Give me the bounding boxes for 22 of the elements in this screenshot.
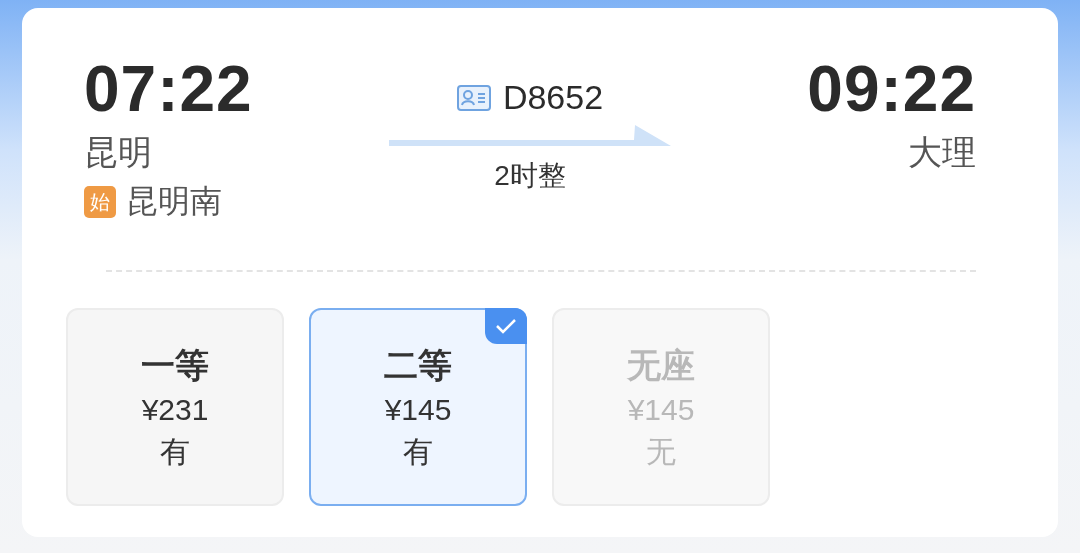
check-icon bbox=[485, 308, 527, 344]
arrival-time: 09:22 bbox=[807, 52, 976, 126]
seat-price: ¥145 bbox=[384, 392, 452, 428]
seat-class: 一等 bbox=[141, 345, 209, 386]
seat-availability: 有 bbox=[160, 434, 190, 470]
seat-availability: 无 bbox=[646, 434, 676, 470]
departure-station: 昆明南 bbox=[126, 182, 222, 221]
departure-city: 昆明 bbox=[84, 132, 152, 173]
seat-option[interactable]: 二等 ¥145 有 bbox=[309, 308, 527, 506]
train-number: D8652 bbox=[502, 78, 604, 117]
arrow-icon bbox=[389, 123, 671, 147]
seat-option[interactable]: 一等 ¥231 有 bbox=[66, 308, 284, 506]
arrival-city: 大理 bbox=[908, 132, 976, 173]
seat-class: 二等 bbox=[384, 345, 452, 386]
id-card-icon bbox=[456, 84, 491, 111]
seat-price: ¥145 bbox=[627, 392, 695, 428]
origin-badge: 始 bbox=[84, 186, 116, 218]
seat-price: ¥231 bbox=[141, 392, 209, 428]
seat-availability: 有 bbox=[403, 434, 433, 470]
duration: 2时整 bbox=[494, 159, 566, 193]
departure-time: 07:22 bbox=[84, 52, 253, 126]
seat-class: 无座 bbox=[627, 345, 695, 386]
